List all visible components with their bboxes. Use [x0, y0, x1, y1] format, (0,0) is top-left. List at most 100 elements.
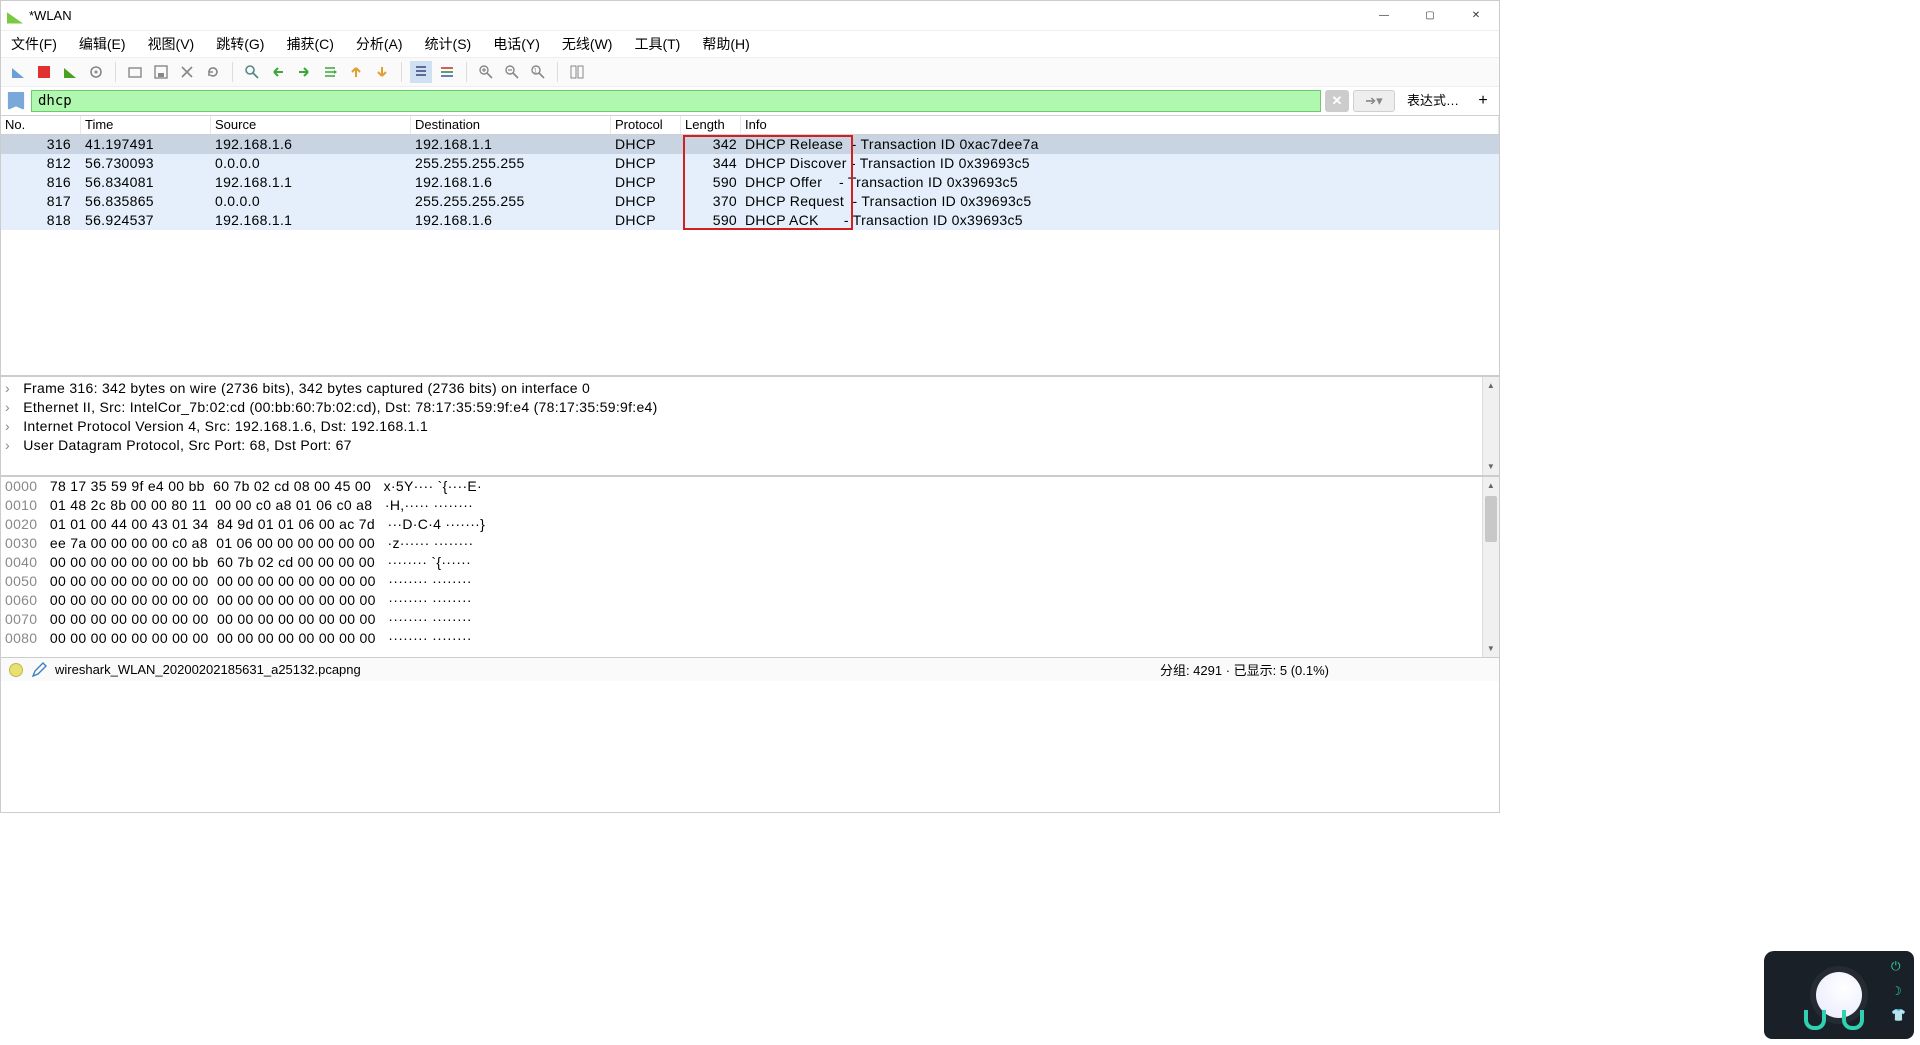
toolbar-stop-capture[interactable] [33, 61, 55, 83]
scroll-up-icon[interactable]: ▲ [1483, 477, 1500, 494]
expression-button[interactable]: 表达式… [1399, 90, 1467, 112]
menu-item[interactable]: 跳转(G) [216, 34, 264, 54]
toolbar-reload[interactable] [202, 61, 224, 83]
packet-row[interactable]: 81256.7300930.0.0.0255.255.255.255DHCP34… [1, 154, 1499, 173]
menu-item[interactable]: 工具(T) [634, 34, 680, 54]
cell-info: DHCP Discover - Transaction ID 0x39693c5 [741, 154, 1499, 173]
toolbar-go-to-packet[interactable] [319, 61, 341, 83]
status-packet-counts: 分组: 4291 · 已显示: 5 (0.1%) [1160, 660, 1329, 679]
menu-item[interactable]: 编辑(E) [79, 34, 126, 54]
hex-row[interactable]: 0040 00 00 00 00 00 00 00 bb 60 7b 02 cd… [1, 553, 1499, 572]
toolbar-colorize[interactable] [436, 61, 458, 83]
col-no[interactable]: No. [1, 116, 81, 134]
bookmark-icon[interactable] [7, 92, 25, 110]
cell-length: 370 [681, 192, 741, 211]
toolbar-find[interactable] [241, 61, 263, 83]
scroll-thumb[interactable] [1485, 496, 1497, 542]
col-protocol[interactable]: Protocol [611, 116, 681, 134]
toolbar-go-forward[interactable] [293, 61, 315, 83]
menu-item[interactable]: 电话(Y) [493, 34, 540, 54]
filter-apply-dropdown[interactable]: ➔▾ [1353, 90, 1395, 112]
hex-row[interactable]: 0000 78 17 35 59 9f e4 00 bb 60 7b 02 cd… [1, 477, 1499, 496]
col-source[interactable]: Source [211, 116, 411, 134]
packet-row[interactable]: 31641.197491192.168.1.6192.168.1.1DHCP34… [1, 135, 1499, 154]
toolbar-zoom-out[interactable] [501, 61, 523, 83]
col-length[interactable]: Length [681, 116, 741, 134]
expand-icon[interactable]: › [5, 398, 19, 417]
toolbar-go-last[interactable] [371, 61, 393, 83]
menu-item[interactable]: 无线(W) [562, 34, 613, 54]
scroll-down-icon[interactable]: ▼ [1483, 640, 1500, 657]
corner-assistant-widget[interactable]: ⏻ ☽ 👕 [1764, 951, 1914, 1039]
cell-destination: 255.255.255.255 [411, 154, 611, 173]
detail-tree-item[interactable]: › Frame 316: 342 bytes on wire (2736 bit… [1, 379, 1499, 398]
packet-list-header[interactable]: No. Time Source Destination Protocol Len… [1, 115, 1499, 135]
col-destination[interactable]: Destination [411, 116, 611, 134]
cell-info: DHCP Release - Transaction ID 0xac7dee7a [741, 135, 1499, 154]
toolbar-auto-scroll[interactable] [410, 61, 432, 83]
hex-row[interactable]: 0030 ee 7a 00 00 00 00 c0 a8 01 06 00 00… [1, 534, 1499, 553]
menu-item[interactable]: 视图(V) [148, 34, 195, 54]
detail-tree-item[interactable]: › Internet Protocol Version 4, Src: 192.… [1, 417, 1499, 436]
expand-icon[interactable]: › [5, 379, 19, 398]
toolbar-go-back[interactable] [267, 61, 289, 83]
filter-clear-button[interactable]: ✕ [1325, 90, 1349, 112]
toolbar-go-first[interactable] [345, 61, 367, 83]
toolbar-zoom-reset[interactable]: 1 [527, 61, 549, 83]
toolbar-start-capture[interactable] [7, 61, 29, 83]
packet-row[interactable]: 81756.8358650.0.0.0255.255.255.255DHCP37… [1, 192, 1499, 211]
display-filter-textbox[interactable] [38, 91, 1314, 111]
display-filter-input[interactable] [31, 90, 1321, 112]
maximize-button[interactable]: ▢ [1407, 1, 1453, 31]
cell-time: 56.835865 [81, 192, 211, 211]
packet-details-pane[interactable]: › Frame 316: 342 bytes on wire (2736 bit… [1, 375, 1499, 475]
hex-row[interactable]: 0020 01 01 00 44 00 43 01 34 84 9d 01 01… [1, 515, 1499, 534]
moon-icon[interactable]: ☽ [1891, 984, 1906, 998]
hex-row[interactable]: 0060 00 00 00 00 00 00 00 00 00 00 00 00… [1, 591, 1499, 610]
cell-source: 192.168.1.1 [211, 173, 411, 192]
add-filter-button[interactable]: + [1471, 90, 1495, 112]
cell-protocol: DHCP [611, 173, 681, 192]
toolbar-save-file[interactable] [150, 61, 172, 83]
scroll-down-icon[interactable]: ▼ [1483, 458, 1500, 475]
cell-time: 56.924537 [81, 211, 211, 230]
detail-tree-item[interactable]: › Ethernet II, Src: IntelCor_7b:02:cd (0… [1, 398, 1499, 417]
menu-item[interactable]: 分析(A) [356, 34, 403, 54]
menu-item[interactable]: 文件(F) [11, 34, 57, 54]
hex-row[interactable]: 0010 01 48 2c 8b 00 00 80 11 00 00 c0 a8… [1, 496, 1499, 515]
scroll-up-icon[interactable]: ▲ [1483, 377, 1500, 394]
toolbar-zoom-in[interactable] [475, 61, 497, 83]
hex-row[interactable]: 0080 00 00 00 00 00 00 00 00 00 00 00 00… [1, 629, 1499, 648]
col-info[interactable]: Info [741, 116, 1499, 134]
bytes-scrollbar[interactable]: ▲ ▼ [1482, 477, 1499, 657]
cell-destination: 192.168.1.6 [411, 173, 611, 192]
assistant-side-icons: ⏻ ☽ 👕 [1891, 959, 1906, 1022]
menu-item[interactable]: 统计(S) [425, 34, 472, 54]
minimize-button[interactable]: — [1361, 1, 1407, 31]
detail-tree-item[interactable]: › User Datagram Protocol, Src Port: 68, … [1, 436, 1499, 455]
toolbar-capture-options[interactable] [85, 61, 107, 83]
power-icon[interactable]: ⏻ [1891, 959, 1906, 974]
expert-info-icon[interactable] [9, 663, 23, 677]
menu-item[interactable]: 捕获(C) [286, 34, 333, 54]
cell-no: 812 [1, 154, 81, 173]
hex-row[interactable]: 0050 00 00 00 00 00 00 00 00 00 00 00 00… [1, 572, 1499, 591]
toolbar-close-file[interactable] [176, 61, 198, 83]
packet-row[interactable]: 81856.924537192.168.1.1192.168.1.6DHCP59… [1, 211, 1499, 230]
close-button[interactable]: ✕ [1453, 1, 1499, 31]
menu-item[interactable]: 帮助(H) [702, 34, 749, 54]
toolbar-open-file[interactable] [124, 61, 146, 83]
expand-icon[interactable]: › [5, 436, 19, 455]
toolbar-resize-columns[interactable] [566, 61, 588, 83]
shirt-icon[interactable]: 👕 [1891, 1008, 1906, 1022]
packet-row[interactable]: 81656.834081192.168.1.1192.168.1.6DHCP59… [1, 173, 1499, 192]
packet-list[interactable]: 31641.197491192.168.1.6192.168.1.1DHCP34… [1, 135, 1499, 375]
packet-bytes-pane[interactable]: 0000 78 17 35 59 9f e4 00 bb 60 7b 02 cd… [1, 475, 1499, 657]
hex-row[interactable]: 0070 00 00 00 00 00 00 00 00 00 00 00 00… [1, 610, 1499, 629]
edit-icon[interactable] [31, 662, 47, 678]
details-scrollbar[interactable]: ▲ ▼ [1482, 377, 1499, 475]
toolbar-restart-capture[interactable] [59, 61, 81, 83]
expand-icon[interactable]: › [5, 417, 19, 436]
cell-time: 56.834081 [81, 173, 211, 192]
col-time[interactable]: Time [81, 116, 211, 134]
